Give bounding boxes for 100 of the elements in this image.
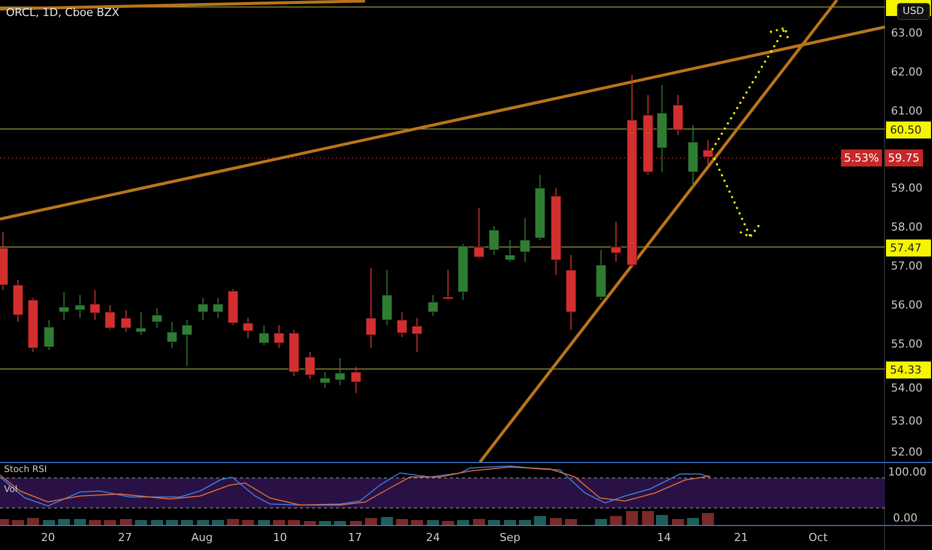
candlestick bbox=[104, 304, 116, 330]
volume-bar bbox=[442, 521, 454, 525]
candlestick bbox=[136, 312, 146, 336]
price-tick: 63.00 bbox=[891, 26, 922, 40]
candlestick bbox=[350, 366, 362, 394]
volume-bar bbox=[365, 518, 377, 525]
volume-bar bbox=[43, 520, 55, 525]
date-tick: Sep bbox=[500, 531, 520, 544]
volume-bar bbox=[0, 519, 9, 525]
volume-bar bbox=[473, 519, 485, 525]
symbol-title: ORCL, 1D, Cboe BZX bbox=[6, 6, 120, 19]
volume-bar bbox=[381, 517, 393, 525]
candlestick bbox=[274, 324, 284, 348]
price-level-label: 54.33 bbox=[886, 361, 931, 378]
candlestick bbox=[90, 290, 100, 320]
volume-bar bbox=[550, 518, 562, 525]
indicator-title: Stoch RSI bbox=[4, 465, 47, 475]
volume-bar bbox=[488, 520, 500, 525]
candlestick bbox=[488, 226, 500, 256]
candlestick bbox=[242, 318, 254, 338]
date-tick: 21 bbox=[734, 531, 748, 544]
price-tick: 62.00 bbox=[891, 65, 922, 78]
price-tick: 59.00 bbox=[891, 182, 922, 195]
price-tick: 52.00 bbox=[891, 446, 922, 459]
candlestick bbox=[58, 292, 70, 320]
price-tick: 54.00 bbox=[891, 382, 922, 395]
volume-bar bbox=[427, 520, 439, 525]
volume-bar bbox=[58, 519, 70, 525]
candlestick bbox=[228, 288, 238, 326]
volume-bar bbox=[687, 518, 699, 525]
volume-bar bbox=[672, 519, 684, 525]
price-tick: 56.00 bbox=[891, 298, 922, 312]
date-tick: 17 bbox=[348, 531, 362, 544]
volume-bar bbox=[166, 520, 178, 525]
indicator-subtitle: Vol bbox=[4, 485, 18, 495]
volume-bar bbox=[656, 515, 668, 525]
candlestick bbox=[74, 294, 86, 318]
indicator-tick: 100.00 bbox=[888, 466, 926, 478]
candlestick bbox=[152, 308, 162, 328]
volume-bar bbox=[334, 521, 346, 525]
candlestick bbox=[166, 322, 178, 348]
volume-bar bbox=[411, 520, 423, 525]
volume-bar bbox=[350, 521, 362, 525]
price-level-label: 57.47 bbox=[886, 239, 931, 256]
volume-bar bbox=[319, 521, 331, 525]
date-tick: 27 bbox=[118, 531, 132, 544]
candlestick bbox=[428, 294, 438, 316]
candlestick bbox=[120, 310, 132, 332]
candlestick bbox=[12, 280, 24, 322]
candlestick bbox=[702, 140, 714, 166]
volume-bar bbox=[12, 520, 24, 525]
volume-bar bbox=[181, 520, 193, 525]
volume-bar bbox=[396, 519, 408, 525]
volume-bar bbox=[595, 519, 607, 525]
volume-bar bbox=[457, 520, 469, 525]
candlestick bbox=[320, 372, 330, 388]
volume-bar bbox=[258, 520, 270, 525]
price-tick: 61.00 bbox=[891, 104, 922, 118]
date-tick: 10 bbox=[273, 531, 287, 544]
candlestick bbox=[212, 298, 224, 318]
volume-bar bbox=[151, 520, 163, 525]
current-price-label: 59.75 bbox=[885, 150, 922, 166]
candlestick bbox=[396, 312, 408, 338]
candlestick bbox=[412, 318, 422, 352]
volume-bar bbox=[197, 520, 209, 525]
volume-bar bbox=[212, 520, 224, 525]
volume-bar bbox=[702, 513, 714, 525]
price-tick: 58.00 bbox=[891, 220, 922, 234]
candlestick bbox=[596, 250, 606, 300]
volume-bar bbox=[610, 516, 622, 525]
date-tick: 20 bbox=[41, 531, 55, 544]
date-tick: 14 bbox=[657, 531, 671, 544]
currency-button[interactable]: USD bbox=[896, 3, 930, 20]
indicator-tick: 0.00 bbox=[893, 512, 918, 524]
volume-bar bbox=[304, 521, 316, 525]
volume-bar bbox=[104, 520, 116, 525]
candlestick bbox=[198, 298, 208, 320]
date-tick: Oct bbox=[808, 531, 828, 544]
volume-bar bbox=[534, 516, 546, 525]
date-tick: 24 bbox=[426, 531, 440, 544]
price-change-label: 5.53% bbox=[841, 150, 882, 166]
volume-bar bbox=[227, 519, 239, 525]
candlestick bbox=[610, 222, 622, 262]
candlestick bbox=[182, 320, 192, 366]
candlestick bbox=[258, 324, 270, 346]
candlestick bbox=[334, 358, 346, 386]
candlestick bbox=[672, 94, 684, 136]
price-tick: 55.00 bbox=[891, 337, 922, 350]
candlestick bbox=[382, 270, 392, 326]
candlestick bbox=[688, 124, 698, 188]
volume-bar bbox=[519, 520, 531, 525]
volume-bar bbox=[626, 511, 638, 525]
volume-bar bbox=[120, 519, 132, 525]
price-level-label: 60.50 bbox=[886, 122, 931, 139]
volume-bar bbox=[642, 511, 654, 525]
volume-bar bbox=[135, 520, 147, 525]
volume-bar bbox=[27, 518, 39, 525]
volume-bar bbox=[74, 519, 86, 525]
price-tick: 53.00 bbox=[891, 414, 922, 428]
candlestick bbox=[44, 320, 54, 350]
